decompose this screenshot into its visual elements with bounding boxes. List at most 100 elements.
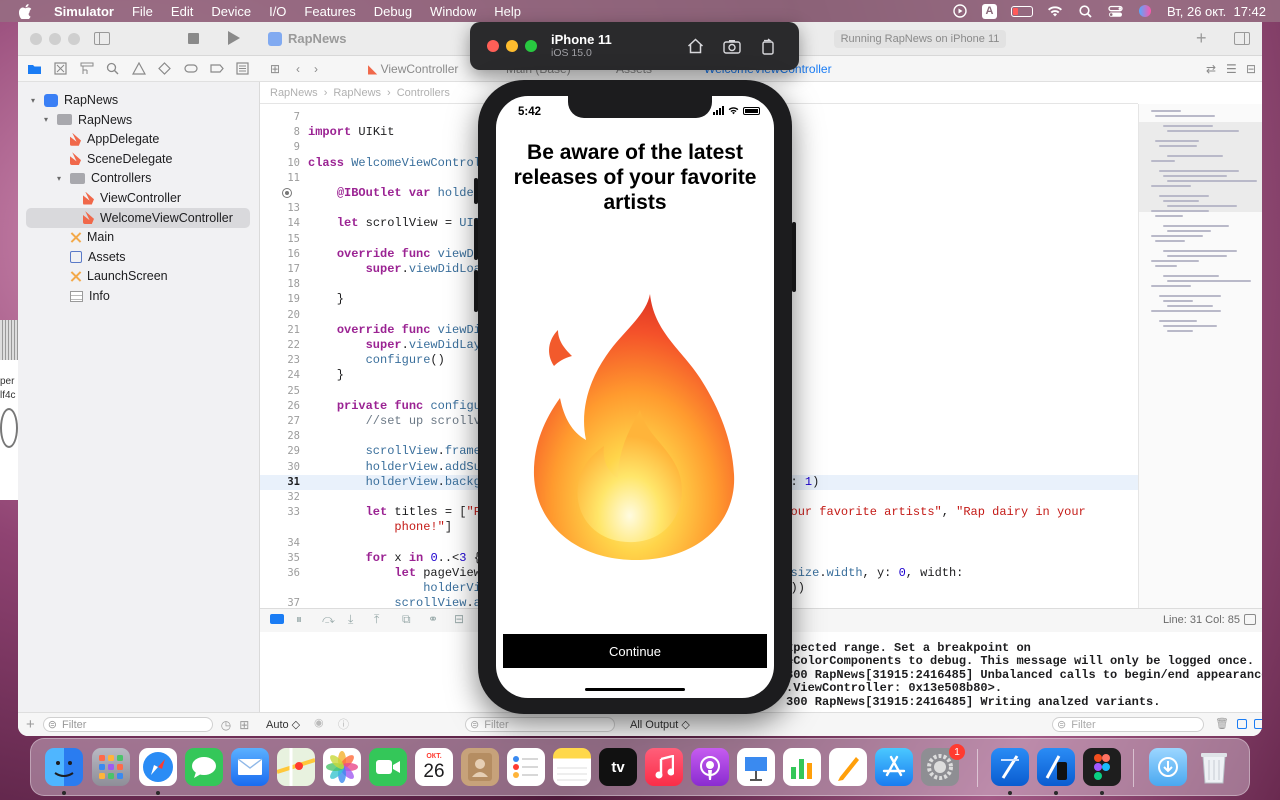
downloads-folder-icon[interactable] bbox=[1149, 748, 1187, 786]
trash-icon[interactable] bbox=[1195, 748, 1233, 786]
issue-navigator-icon[interactable] bbox=[130, 62, 147, 76]
code-line[interactable]: class WelcomeViewControlle bbox=[308, 156, 495, 170]
recent-files-icon[interactable]: ◷ bbox=[221, 718, 231, 732]
screenshot-icon[interactable] bbox=[722, 36, 742, 56]
pause-icon[interactable]: ⏸ bbox=[296, 612, 302, 627]
window-zoom-button[interactable] bbox=[68, 33, 80, 45]
input-source-icon[interactable]: A bbox=[982, 3, 997, 19]
code-line[interactable]: override func viewDidL bbox=[308, 323, 495, 337]
variables-filter-field[interactable]: ⊜ Filter bbox=[465, 717, 615, 732]
simulator-minimize-button[interactable] bbox=[506, 40, 518, 52]
step-out-icon[interactable]: ⤒ bbox=[374, 612, 379, 627]
breadcrumb-controllers[interactable]: Controllers bbox=[397, 87, 450, 99]
keynote-icon[interactable] bbox=[737, 748, 775, 786]
tree-row[interactable]: Assets bbox=[18, 247, 260, 267]
tree-row[interactable]: LaunchScreen bbox=[18, 266, 260, 286]
source-control-filter-icon[interactable]: ⊞ bbox=[239, 718, 249, 732]
apple-menu-icon[interactable] bbox=[18, 3, 32, 19]
menu-clock[interactable]: Вт, 26 окт. 17:42 bbox=[1167, 4, 1266, 19]
home-icon[interactable] bbox=[685, 36, 705, 56]
disclosure-triangle-icon[interactable]: ▾ bbox=[28, 96, 38, 105]
contacts-icon[interactable] bbox=[461, 748, 499, 786]
add-icon[interactable]: + bbox=[1196, 28, 1207, 49]
tree-row[interactable]: ▾ Controllers bbox=[18, 168, 260, 188]
forward-arrow-icon[interactable]: › bbox=[314, 62, 318, 76]
report-navigator-icon[interactable] bbox=[234, 62, 251, 76]
battery-icon[interactable] bbox=[1011, 5, 1033, 17]
app-store-icon[interactable] bbox=[875, 748, 913, 786]
debug-navigator-icon[interactable] bbox=[182, 62, 199, 76]
menu-edit[interactable]: Edit bbox=[171, 4, 193, 19]
breadcrumb-project[interactable]: RapNews bbox=[270, 87, 318, 99]
facetime-icon[interactable] bbox=[369, 748, 407, 786]
window-close-button[interactable] bbox=[30, 33, 42, 45]
step-into-icon[interactable]: ⤓ bbox=[348, 612, 353, 627]
siri-icon[interactable] bbox=[1137, 4, 1153, 18]
code-line[interactable]: let scrollView = UIScr bbox=[308, 216, 495, 230]
environment-overrides-icon[interactable]: ⊟ bbox=[454, 612, 464, 626]
code-line[interactable]: super.viewDidLayou bbox=[308, 338, 496, 352]
code-line[interactable]: } bbox=[308, 368, 344, 382]
menu-features[interactable]: Features bbox=[304, 4, 355, 19]
control-center-icon[interactable] bbox=[1107, 4, 1123, 18]
symbol-navigator-icon[interactable] bbox=[78, 62, 95, 76]
iphone-screen[interactable]: 5:42 Be aware of the latest releases of … bbox=[496, 96, 774, 698]
home-indicator[interactable] bbox=[585, 688, 685, 691]
music-icon[interactable] bbox=[645, 748, 683, 786]
output-select[interactable]: All Output ◇ bbox=[630, 718, 690, 731]
code-line[interactable]: private func configure bbox=[308, 399, 495, 413]
code-line[interactable]: @IBOutlet var holderVi bbox=[308, 186, 495, 200]
split-editor-icon[interactable]: ⊟ bbox=[1246, 62, 1256, 76]
debug-area-toggle-icon[interactable] bbox=[270, 614, 284, 624]
figma-icon[interactable] bbox=[1083, 748, 1121, 786]
back-arrow-icon[interactable]: ‹ bbox=[296, 62, 300, 76]
show-variables-icon[interactable] bbox=[1237, 719, 1247, 729]
rotate-icon[interactable] bbox=[758, 36, 778, 56]
test-navigator-icon[interactable] bbox=[156, 62, 173, 76]
menu-help[interactable]: Help bbox=[494, 4, 521, 19]
memory-graph-icon[interactable]: ⚭ bbox=[428, 612, 438, 626]
numbers-icon[interactable] bbox=[783, 748, 821, 786]
tree-row[interactable]: Info bbox=[18, 286, 260, 306]
outlet-connection-icon[interactable] bbox=[282, 188, 292, 198]
search-icon[interactable] bbox=[1077, 4, 1093, 18]
navigator-filter-field[interactable]: ⊜ Filter bbox=[42, 717, 213, 732]
wifi-icon[interactable] bbox=[1047, 4, 1063, 18]
menu-io[interactable]: I/O bbox=[269, 4, 286, 19]
tree-row[interactable]: ViewController bbox=[18, 188, 260, 208]
code-line[interactable]: //set up scrollvie bbox=[308, 414, 496, 428]
menu-window[interactable]: Window bbox=[430, 4, 476, 19]
pages-icon[interactable] bbox=[829, 748, 867, 786]
inspector-toggle-icon[interactable] bbox=[1234, 32, 1250, 45]
view-hierarchy-icon[interactable]: ⧉ bbox=[402, 612, 411, 627]
calendar-icon[interactable]: ОКТ. 26 bbox=[415, 748, 453, 786]
console-filter-field[interactable]: ⊜ Filter bbox=[1052, 717, 1204, 732]
launchpad-icon[interactable] bbox=[92, 748, 130, 786]
tree-row[interactable]: ▾ RapNews bbox=[18, 110, 260, 130]
info-icon[interactable]: ⓘ bbox=[338, 716, 349, 732]
code-line[interactable]: scrollView.add bbox=[308, 596, 495, 608]
code-line[interactable]: } bbox=[308, 292, 344, 306]
add-file-icon[interactable]: + bbox=[26, 716, 35, 733]
tab-viewcontroller[interactable]: ◣ ViewController bbox=[368, 62, 458, 76]
code-line[interactable]: scrollView.frame = bbox=[308, 444, 496, 458]
hide-debug-area-icon[interactable] bbox=[1244, 614, 1256, 625]
notes-icon[interactable] bbox=[553, 748, 591, 786]
code-line[interactable]: super.viewDidLoad( bbox=[308, 262, 496, 276]
menu-device[interactable]: Device bbox=[211, 4, 251, 19]
related-items-icon[interactable]: ⊞ bbox=[270, 62, 280, 76]
run-icon[interactable] bbox=[228, 31, 240, 45]
mail-icon[interactable] bbox=[231, 748, 269, 786]
reminders-icon[interactable] bbox=[507, 748, 545, 786]
find-navigator-icon[interactable] bbox=[104, 62, 121, 76]
side-button[interactable] bbox=[792, 222, 796, 292]
finder-icon[interactable] bbox=[45, 748, 83, 786]
code-line[interactable]: configure() bbox=[308, 353, 445, 367]
xcode-icon[interactable] bbox=[991, 748, 1029, 786]
menu-app-name[interactable]: Simulator bbox=[54, 4, 114, 19]
podcasts-icon[interactable] bbox=[691, 748, 729, 786]
tree-row[interactable]: WelcomeViewController bbox=[26, 207, 250, 228]
stop-icon[interactable] bbox=[188, 33, 199, 44]
minimap[interactable] bbox=[1138, 104, 1262, 608]
sidebar-toggle-icon[interactable] bbox=[94, 32, 110, 45]
